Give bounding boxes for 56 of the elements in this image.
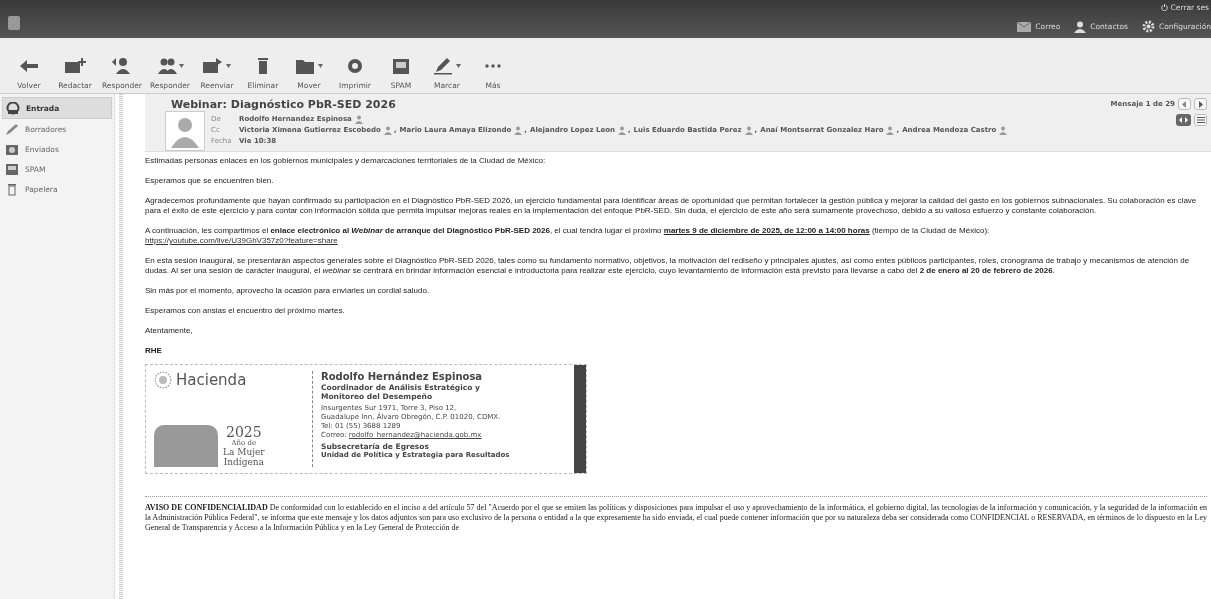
people-icon [155,57,178,75]
body-paragraph: Estimadas personas enlaces en los gobiernos municipales y demarcaciones territoriales de la Ciudad de México: [145,156,547,166]
add-contact-icon[interactable] [999,126,1009,135]
power-icon [1160,4,1168,11]
person-icon [1074,20,1087,33]
motto-text: Indígena [223,457,264,467]
envelope-icon [1017,21,1032,32]
motto-text: La Mujer [223,447,265,457]
trash-icon [5,182,19,196]
person-arrow-icon [111,57,133,75]
pen-icon [432,57,455,75]
list-view-button[interactable] [1194,114,1207,126]
body-paragraph: Esperamos con ansias el encuentro del próximo martes. [145,306,346,316]
confidentiality-notice: AVISO DE CONFIDENCIALIDAD De conformidad con lo establecido en el inciso a del artículo 57 del "Acuerdo por el que se emiten las políticas y disposiciones para impulsar el uso y aprovechamiento de la informática, el gobierno digital, las tecnologías de la información y comunicación, y la seguridad de la información en la Administración Pública Federal", se informa que este mensaje y los datos adjuntos son para uso exclusivo de la persona o entidad a la que expresamente ha sido enviada, el cual puede contener información que por su naturaleza deba ser considerada como CONFIDENCIAL o RESERVADA, en términos de lo dispuesto en la Ley General de Transparencia y Acceso a la Información Pública y en la Ley General de Protección de [145,503,1207,533]
folder-icon [294,57,317,75]
logo-text: Hacienda [176,375,247,385]
chevron-left-icon [1182,100,1187,108]
body-paragraph: Atentamente, [145,326,194,336]
body-paragraph: En esta sesión inaugural, se presentarán aspectos generales sobre el Diagnóstico PbR-SED 2026, tales como su fundamento normativo, objetivos, la motivación del rediseño y principales ajustes, así como entes públicos participantes, roles, cronograma de trabajo y mecanismos de atención de dudas. Al ser una sesión de carácter inaugural, el webinar se centrará en brindar información esencial e introductoria para realizar este ejercicio, cuyo levantamiento de información está previsto para llevarse a cabo del 2 de enero al 20 de febrero de 2026. [145,256,1191,276]
settings-icon [1141,20,1155,33]
webinar-link[interactable]: https://youtube.com/live/U39GhV357z0?feature=share [145,236,338,245]
box-icon [5,162,19,176]
sent-icon [5,142,19,156]
body-paragraph: A continuación, les compartimos el enlace electrónico al Webinar de arranque del Diagnóstico PbR-SED 2026, el cual tendrá lugar el próximo martes 9 de diciembre de 2025, de 12:00 a 14:00 horas (tiempo de la Ciudad de México): [145,226,991,236]
body-paragraph: RHE [145,346,163,356]
view-toggle-button[interactable] [1176,114,1191,126]
add-contact-icon[interactable] [383,126,393,135]
caret-icon [456,64,462,68]
add-contact-icon[interactable] [354,115,364,124]
previous-button[interactable] [1178,98,1191,110]
add-contact-icon[interactable] [617,126,627,135]
message-subject: Webinar: Diagnóstico PbR-SED 2026 [171,98,397,111]
add-contact-icon[interactable] [744,126,754,135]
emblem-icon [154,371,172,389]
body-paragraph: Sin más por el momento, aprovecho la ocasión para enviarles un cordial saludo. [145,286,431,296]
year-text: 2025 [226,425,262,439]
inbox-icon [6,101,20,115]
body-paragraph: Esperamos que se encuentren bien. [145,176,275,186]
caret-icon [318,64,324,68]
list-icon [1196,117,1205,123]
add-contact-icon[interactable] [886,126,896,135]
add-contact-icon[interactable] [514,126,524,135]
caret-icon [226,64,232,68]
caret-icon [179,64,185,68]
body-paragraph: Agradecemos profundamente que hayan confirmado su participación en el Diagnóstico PbR-SED 2026, un ejercicio fundamental para identificar áreas de oportunidad que permitan fortalecer la gestión pública y mejorar la calidad del gasto en los gobiernos subnacionales. Su colaboración es clave para el éxito de este ejercicio y para contar con información sólida que permita impulsar mejoras reales en la implementación del enfoque PbR-SED. Sin duda, el ejercicio de este año será sumamente provechoso, debido a su valioso esfuerzo y constante colaboración. [145,196,1198,216]
chevron-right-icon [1198,100,1203,108]
dots-icon [484,64,501,68]
arrow-left-icon [18,57,40,75]
avatar-icon [165,111,205,151]
crest-logo-icon [8,16,20,30]
signature-name: Rodolfo Hernández Espinosa [321,371,484,383]
envelope-plus-icon [64,57,86,75]
double-arrow-icon [1179,117,1188,123]
illustration-placeholder [154,425,218,467]
next-button[interactable] [1194,98,1207,110]
pen-icon [5,122,19,136]
